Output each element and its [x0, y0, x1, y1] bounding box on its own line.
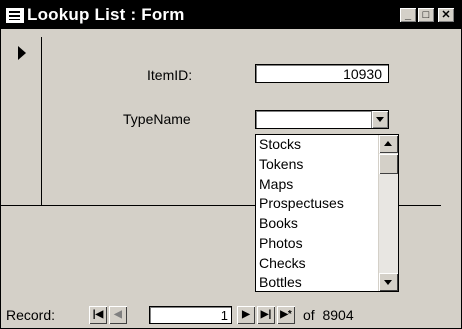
- minimize-button[interactable]: _: [399, 7, 417, 23]
- dropdown-item[interactable]: Prospectuses: [256, 194, 398, 214]
- maximize-button[interactable]: □: [417, 7, 435, 23]
- record-selector[interactable]: [9, 37, 42, 205]
- current-record-field[interactable]: 1: [149, 306, 232, 324]
- dropdown-item[interactable]: Maps: [256, 175, 398, 195]
- chevron-down-icon: [384, 280, 392, 285]
- record-navigation-bar: Record: |◀ ◀ 1 ▶ ▶| ▶* of 8904: [1, 303, 461, 328]
- dropdown-item[interactable]: Checks: [256, 254, 398, 274]
- chevron-up-icon: [384, 141, 392, 146]
- first-record-button[interactable]: |◀: [89, 306, 107, 324]
- type-name-dropdown-list[interactable]: Stocks Tokens Maps Prospectuses Books Ph…: [255, 134, 399, 292]
- record-count: of 8904: [303, 307, 354, 323]
- dropdown-item[interactable]: Tokens: [256, 155, 398, 175]
- form-icon[interactable]: [6, 8, 24, 23]
- chevron-down-icon: [376, 117, 384, 122]
- form-window: Lookup List : Form _ □ ✕ ItemID: 10930 T…: [0, 0, 462, 329]
- record-label: Record:: [6, 307, 56, 323]
- last-record-button[interactable]: ▶|: [257, 306, 275, 324]
- new-record-button[interactable]: ▶*: [277, 306, 295, 324]
- item-id-label: ItemID:: [147, 67, 193, 83]
- current-record-arrow-icon: [18, 46, 26, 60]
- title-bar[interactable]: Lookup List : Form _ □ ✕: [1, 1, 461, 29]
- dropdown-item[interactable]: Books: [256, 214, 398, 234]
- dropdown-item[interactable]: Stocks: [256, 135, 398, 155]
- scroll-thumb[interactable]: [379, 154, 398, 174]
- combo-dropdown-button[interactable]: [371, 111, 388, 128]
- dropdown-item[interactable]: Photos: [256, 234, 398, 254]
- type-name-combo[interactable]: [255, 110, 389, 129]
- close-button[interactable]: ✕: [437, 7, 455, 23]
- scroll-down-button[interactable]: [379, 273, 398, 291]
- dropdown-scrollbar[interactable]: [378, 135, 398, 291]
- dropdown-item[interactable]: Bottles: [256, 273, 398, 293]
- next-record-button[interactable]: ▶: [237, 306, 255, 324]
- window-title: Lookup List : Form: [27, 5, 185, 24]
- previous-record-button[interactable]: ◀: [109, 306, 127, 324]
- item-id-field[interactable]: 10930: [255, 64, 389, 83]
- type-name-label: TypeName: [123, 111, 191, 127]
- scroll-up-button[interactable]: [379, 135, 398, 153]
